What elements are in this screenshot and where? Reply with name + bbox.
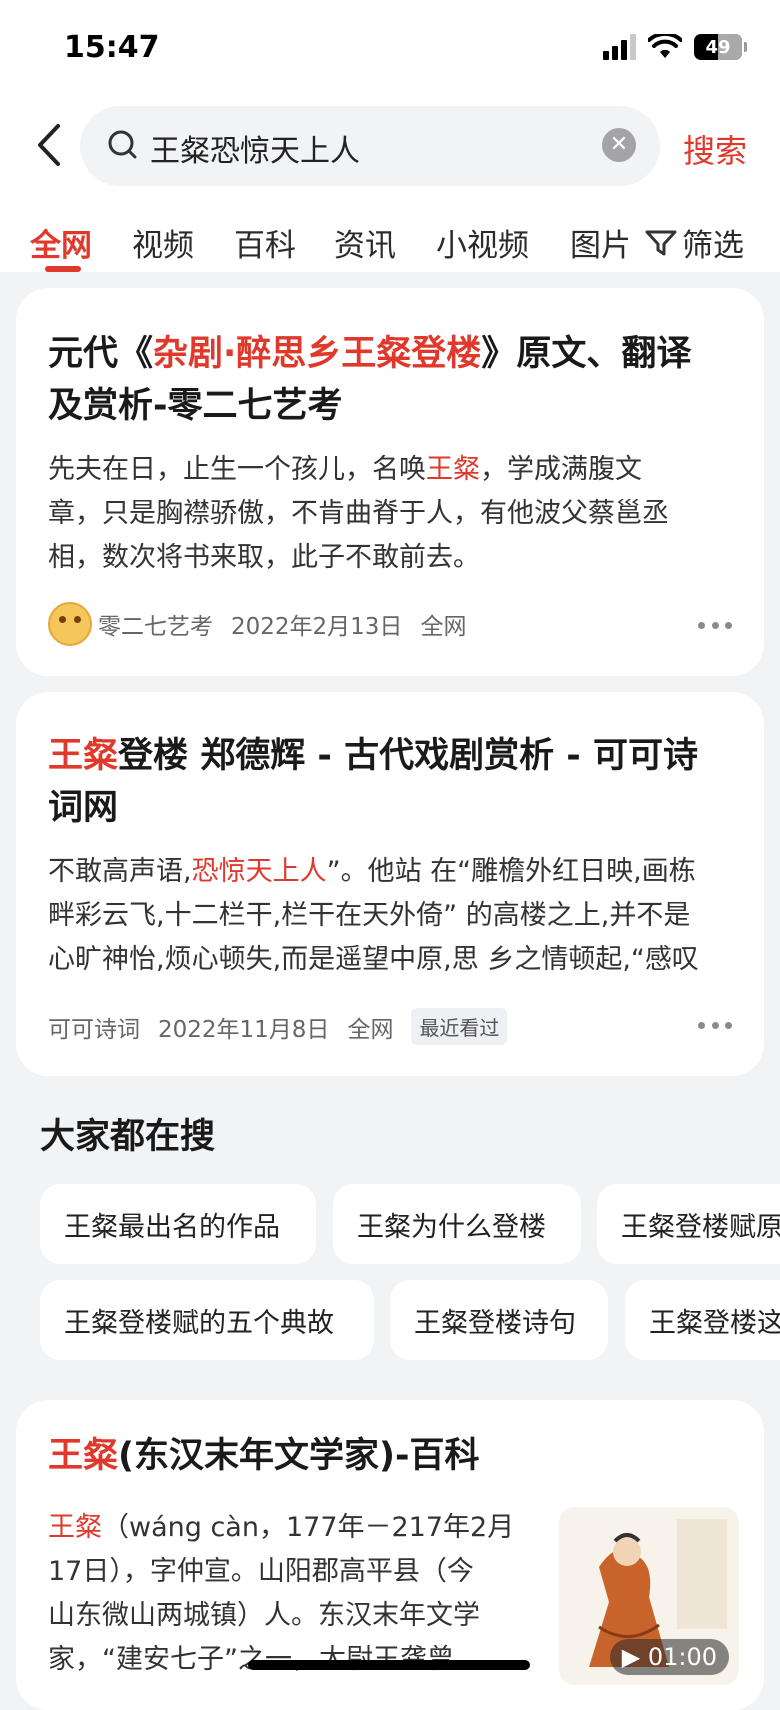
tab-images-clip: 图片 [568, 212, 628, 272]
result-title[interactable]: 元代《杂剧·醉思乡王粲登楼》原文、翻译 及赏析-零二七艺考 [48, 328, 691, 432]
search-button[interactable]: 搜索 [683, 126, 747, 172]
tab-images[interactable]: 图片 [570, 220, 628, 265]
search-query: 王粲恐惊天上人 [150, 134, 360, 169]
result-snippet: 不敢高声语,恐惊天上人”。他站 在“雕檐外红日映,画栋 畔彩云飞,十二栏干,栏干… [48, 856, 699, 975]
active-tab-indicator [45, 266, 81, 272]
result-scope: 全网 [420, 614, 467, 640]
result-source: 零二七艺考 [98, 614, 213, 640]
result-meta: 可可诗词 2022年11月8日 全网 最近看过 [48, 1008, 508, 1045]
wifi-icon [648, 34, 682, 58]
related-search-chip[interactable]: 王粲登楼赋的五个典故 [40, 1280, 374, 1360]
back-icon[interactable] [30, 122, 70, 168]
tab-baike[interactable]: 百科 [234, 220, 296, 265]
result-tabs: 全网 视频 百科 资讯 小视频 图片 筛选 [0, 212, 780, 272]
search-result-card[interactable]: 元代《杂剧·醉思乡王粲登楼》原文、翻译 及赏析-零二七艺考 先夫在日，止生一个孩… [16, 288, 764, 676]
cellular-signal-icon [603, 34, 636, 60]
related-search-chip[interactable]: 王粲登楼赋原 [597, 1184, 780, 1264]
clear-icon[interactable]: ✕ [602, 128, 636, 162]
status-icons: 49 [603, 34, 747, 60]
filter-button[interactable]: 筛选 [640, 220, 744, 265]
related-search-chip[interactable]: 王粲最出名的作品 [40, 1184, 316, 1264]
more-options-icon[interactable] [698, 1022, 732, 1030]
tab-news[interactable]: 资讯 [334, 220, 396, 265]
search-result-card[interactable]: 王粲登楼 郑德辉 - 古代戏剧赏析 - 可可诗 词网 不敢高声语,恐惊天上人”。… [16, 692, 764, 1076]
search-input[interactable]: 王粲恐惊天上人 ✕ [80, 106, 660, 186]
filter-icon [645, 230, 677, 255]
result-title[interactable]: 王粲登楼 郑德辉 - 古代戏剧赏析 - 可可诗 词网 [48, 730, 698, 834]
home-indicator [248, 1660, 530, 1670]
result-date: 2022年2月13日 [231, 614, 403, 640]
result-meta: 零二七艺考 2022年2月13日 全网 [48, 602, 466, 646]
result-source: 可可诗词 [48, 1016, 140, 1043]
battery-icon: 49 [694, 34, 747, 60]
recently-viewed-badge: 最近看过 [411, 1008, 508, 1045]
related-search-chip[interactable]: 王粲登楼这 [625, 1280, 780, 1360]
video-duration: ▶ 01:00 [609, 1639, 729, 1675]
search-icon [108, 130, 137, 159]
result-date: 2022年11月8日 [158, 1016, 330, 1043]
source-avatar [48, 602, 92, 646]
result-title[interactable]: 王粲(东汉末年文学家)-百科 [48, 1430, 480, 1482]
more-options-icon[interactable] [698, 622, 732, 630]
result-scope: 全网 [347, 1016, 394, 1043]
tab-video[interactable]: 视频 [132, 220, 194, 265]
result-snippet: 先夫在日，止生一个孩儿，名唤王粲，学成满腹文 章，只是胸襟骄傲，不肯曲脊于人，有… [48, 454, 669, 573]
battery-level: 49 [705, 36, 731, 58]
related-searches-title: 大家都在搜 [40, 1117, 216, 1157]
video-thumbnail[interactable]: ▶ 01:00 [559, 1507, 739, 1685]
tab-short-video[interactable]: 小视频 [436, 220, 529, 265]
header-area: 15:47 49 王粲恐惊天上人 ✕ 搜索 全网 视频 百科 资讯 小视频 图片… [0, 0, 780, 272]
related-search-chip[interactable]: 王粲为什么登楼 [333, 1184, 581, 1264]
related-search-chip[interactable]: 王粲登楼诗句 [390, 1280, 608, 1360]
filter-label: 筛选 [682, 228, 744, 264]
status-time: 15:47 [64, 30, 160, 65]
result-snippet: 王粲（wáng càn，177年－217年2月 17日），字仲宣。山阳郡高平县（… [48, 1512, 515, 1675]
tab-all[interactable]: 全网 [30, 220, 92, 265]
